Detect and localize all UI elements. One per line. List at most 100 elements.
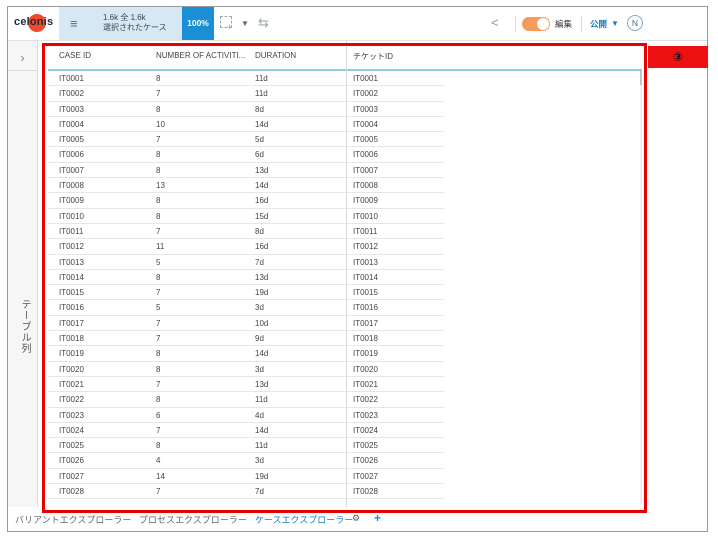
cell-case-id: IT0009 bbox=[59, 196, 84, 206]
cell-case-id: IT0010 bbox=[59, 211, 84, 221]
cell-duration: 16d bbox=[255, 242, 269, 252]
vertical-scrollbar[interactable] bbox=[640, 71, 642, 505]
cell-ticket-id: IT0027 bbox=[353, 471, 378, 481]
cell-duration: 3d bbox=[255, 303, 264, 313]
tab-process-explorer[interactable]: プロセスエクスプローラー bbox=[139, 513, 247, 526]
chevron-down-icon[interactable]: ▼ bbox=[241, 19, 249, 28]
gear-icon[interactable]: ⚙ bbox=[352, 513, 360, 524]
table-row[interactable]: IT0005 7 5d IT0005 bbox=[48, 132, 444, 148]
cell-case-id: IT0015 bbox=[59, 288, 84, 298]
table-columns-label[interactable]: テーブル列 bbox=[17, 299, 32, 354]
cell-duration: 11d bbox=[255, 89, 268, 99]
table-row[interactable]: IT0018 7 9d IT0018 bbox=[48, 331, 444, 347]
table-row[interactable]: IT0002 7 11d IT0002 bbox=[48, 86, 444, 102]
cell-activities: 7 bbox=[156, 135, 161, 145]
cell-ticket-id: IT0006 bbox=[353, 150, 378, 160]
cell-activities: 7 bbox=[156, 487, 161, 497]
cell-duration: 11d bbox=[255, 74, 268, 83]
table-row[interactable]: IT0008 13 14d IT0008 bbox=[48, 178, 444, 194]
column-header-duration[interactable]: DURATION bbox=[255, 51, 296, 60]
cell-ticket-id: IT0008 bbox=[353, 181, 378, 191]
table-row[interactable]: IT0022 8 11d IT0022 bbox=[48, 392, 444, 408]
column-header-case-id[interactable]: CASE ID bbox=[59, 51, 91, 60]
cell-case-id: IT0018 bbox=[59, 334, 84, 344]
table-row[interactable]: IT0010 8 15d IT0010 bbox=[48, 209, 444, 224]
cell-ticket-id: IT0021 bbox=[353, 379, 378, 389]
cell-activities: 7 bbox=[156, 89, 161, 99]
callout-marker: ③ bbox=[648, 46, 708, 68]
table-row[interactable]: IT0024 7 14d IT0024 bbox=[48, 423, 444, 439]
cell-duration: 10d bbox=[255, 318, 269, 328]
table-row[interactable]: IT0004 10 14d IT0004 bbox=[48, 117, 444, 133]
table-row[interactable]: IT0026 4 3d IT0026 bbox=[48, 453, 444, 469]
cell-duration: 7d bbox=[255, 487, 264, 497]
cell-duration: 9d bbox=[255, 334, 264, 344]
cell-case-id: IT0022 bbox=[59, 395, 84, 405]
cell-activities: 8 bbox=[156, 349, 161, 359]
menu-icon[interactable]: ≡ bbox=[70, 16, 78, 31]
table-row[interactable]: IT0021 7 13d IT0021 bbox=[48, 377, 444, 393]
edit-toggle[interactable] bbox=[522, 17, 550, 31]
cell-case-id: IT0012 bbox=[59, 242, 84, 252]
celonis-logo: celonis bbox=[14, 12, 64, 36]
cell-activities: 8 bbox=[156, 211, 161, 221]
share-icon[interactable]: < bbox=[491, 15, 499, 30]
plus-icon[interactable]: + bbox=[374, 511, 381, 525]
cell-activities: 7 bbox=[156, 334, 161, 344]
scrollbar-thumb[interactable] bbox=[640, 71, 642, 85]
table-row[interactable]: IT0019 8 14d IT0019 bbox=[48, 346, 444, 362]
column-header-ticket-id[interactable]: チケットID bbox=[353, 51, 393, 62]
column-header-activities[interactable]: NUMBER OF ACTIVITI... bbox=[156, 51, 245, 60]
cell-ticket-id: IT0023 bbox=[353, 410, 378, 420]
cell-ticket-id: IT0007 bbox=[353, 165, 378, 175]
table-row[interactable]: IT0007 8 13d IT0007 bbox=[48, 163, 444, 179]
table-row[interactable]: IT0015 7 19d IT0015 bbox=[48, 285, 444, 301]
table-row[interactable]: IT0023 6 4d IT0023 bbox=[48, 408, 444, 423]
cell-duration: 3d bbox=[255, 456, 264, 466]
cell-activities: 5 bbox=[156, 257, 161, 267]
swap-icon[interactable]: ⇆ bbox=[258, 15, 269, 31]
cell-duration: 6d bbox=[255, 150, 264, 160]
cell-duration: 16d bbox=[255, 196, 269, 206]
column-sidebar: › テーブル列 bbox=[8, 41, 38, 507]
cell-case-id: IT0003 bbox=[59, 104, 84, 114]
cell-ticket-id: IT0014 bbox=[353, 272, 378, 282]
table-row[interactable]: IT0011 7 8d IT0011 bbox=[48, 224, 444, 240]
publish-chevron-down-icon[interactable]: ▼ bbox=[611, 19, 619, 28]
cell-duration: 14d bbox=[255, 119, 269, 129]
tab-case-explorer[interactable]: ケースエクスプローラー bbox=[255, 513, 353, 526]
cell-activities: 8 bbox=[156, 395, 161, 405]
table-row[interactable]: IT0003 8 8d IT0003 bbox=[48, 102, 444, 117]
table-row[interactable]: IT0027 14 19d IT0027 bbox=[48, 469, 444, 485]
cell-activities: 8 bbox=[156, 150, 161, 160]
rail-divider bbox=[8, 70, 37, 71]
table-row[interactable]: IT0020 8 3d IT0020 bbox=[48, 362, 444, 377]
table-row[interactable]: IT0025 8 11d IT0025 bbox=[48, 438, 444, 454]
table-row[interactable]: IT0016 5 3d IT0016 bbox=[48, 300, 444, 316]
chevron-right-icon[interactable]: › bbox=[8, 51, 37, 65]
cell-ticket-id: IT0026 bbox=[353, 456, 378, 466]
case-count-total: 1.6k 全 1.6k bbox=[103, 13, 146, 22]
selection-summary[interactable]: ≡ 1.6k 全 1.6k 選択されたケース bbox=[59, 7, 182, 40]
cell-ticket-id: IT0025 bbox=[353, 441, 378, 451]
cell-activities: 8 bbox=[156, 165, 161, 175]
case-table: CASE ID NUMBER OF ACTIVITI... DURATION チ… bbox=[48, 41, 642, 507]
cell-ticket-id: IT0005 bbox=[353, 135, 378, 145]
user-avatar[interactable]: N bbox=[627, 15, 643, 31]
table-row[interactable]: IT0013 5 7d IT0013 bbox=[48, 255, 444, 270]
publish-button[interactable]: 公開 bbox=[590, 18, 607, 30]
tab-variant-explorer[interactable]: バリアントエクスプローラー bbox=[15, 513, 131, 526]
table-row[interactable]: IT0014 8 13d IT0014 bbox=[48, 270, 444, 286]
table-row[interactable]: IT0012 11 16d IT0012 bbox=[48, 239, 444, 255]
table-row[interactable]: IT0006 8 6d IT0006 bbox=[48, 147, 444, 163]
table-row[interactable]: IT0017 7 10d IT0017 bbox=[48, 316, 444, 332]
cell-ticket-id: IT0019 bbox=[353, 349, 378, 359]
cell-activities: 7 bbox=[156, 318, 161, 328]
table-row[interactable]: IT0001 8 11d IT0001 bbox=[48, 71, 444, 87]
table-row[interactable]: IT0028 7 7d IT0028 bbox=[48, 484, 444, 500]
cell-case-id: IT0013 bbox=[59, 257, 84, 267]
cell-duration: 15d bbox=[255, 211, 269, 221]
table-row[interactable]: IT0009 8 16d IT0009 bbox=[48, 193, 444, 209]
cell-case-id: IT0020 bbox=[59, 364, 84, 374]
cell-ticket-id: IT0012 bbox=[353, 242, 378, 252]
